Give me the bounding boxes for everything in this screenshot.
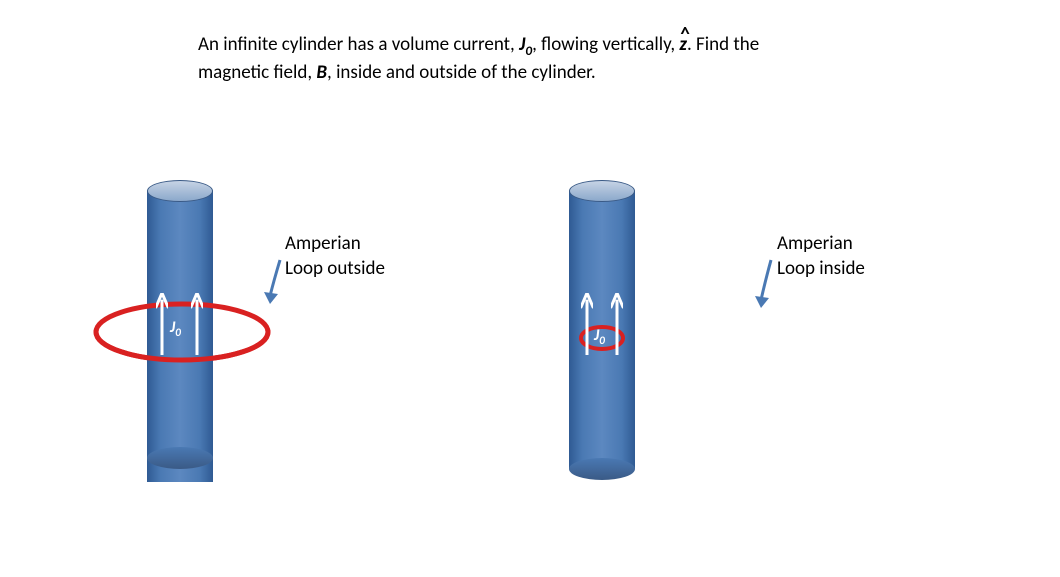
label-line: Loop outside [285,257,425,282]
cylinder-bottom-cap [569,458,635,480]
current-arrow-icon [191,293,203,355]
symbol-B: B [316,61,327,84]
current-arrow-icon [156,293,168,355]
text-part: , inside and outside of the cylinder. [327,61,596,84]
problem-statement: An infinite cylinder has a volume curren… [198,32,818,85]
cylinder-bottom-cap-front [147,447,213,469]
text-part: . Find the [687,33,759,56]
text-part: magnetic field, [198,61,316,84]
label-amperian-inside: Amperian Loop inside [777,232,917,281]
label-line: Loop inside [777,257,917,282]
text-part: , flowing vertically, [532,33,679,56]
symbol-J0: J0 [519,33,532,56]
cylinder-top-cap [147,180,213,202]
label-amperian-outside: Amperian Loop outside [285,232,425,281]
amperian-loop-outside-front [92,330,272,364]
symbol-zhat: z [679,32,687,58]
current-arrow-icon [581,293,593,355]
cylinder-top-cap [569,180,635,202]
text-part: An infinite cylinder has a volume curren… [198,33,519,56]
current-arrow-icon [611,293,623,355]
label-line: Amperian [285,232,425,257]
pointer-arrow-icon [264,258,284,304]
pointer-arrow-icon [755,258,775,308]
label-line: Amperian [777,232,917,257]
current-label-J0: J0 [170,318,181,340]
current-label-J0: J0 [594,326,605,348]
